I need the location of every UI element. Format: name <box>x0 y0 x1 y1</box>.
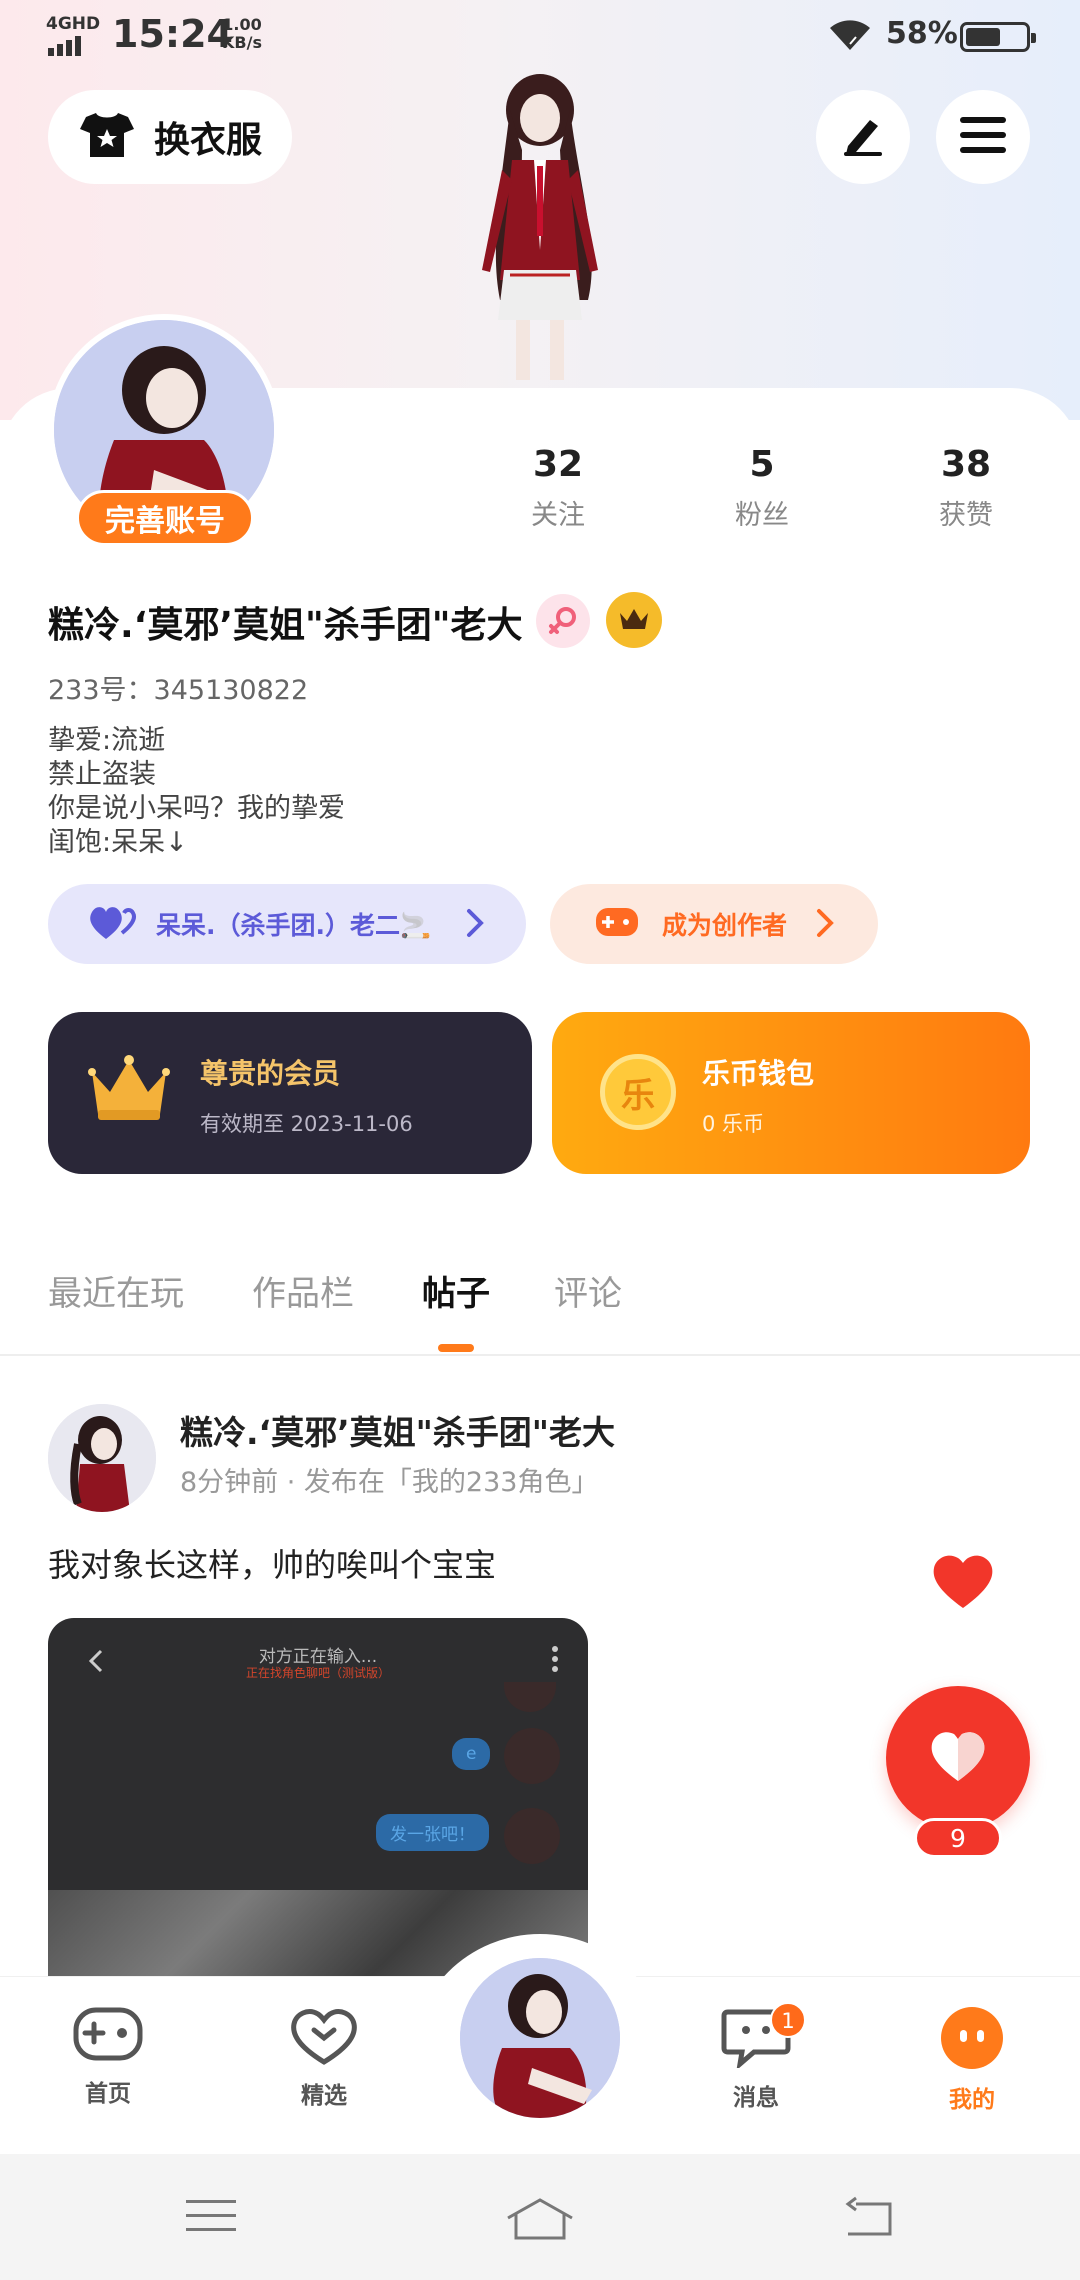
stat-following[interactable]: 32 关注 <box>478 444 638 532</box>
heart-icon <box>928 1729 988 1787</box>
bio-line: 挚爱:流逝 <box>48 725 166 756</box>
more-options-icon <box>552 1646 558 1676</box>
network-type: 4GHD <box>46 14 101 34</box>
change-outfit-label: 换衣服 <box>154 120 263 161</box>
wifi-icon <box>826 18 874 56</box>
tab-comments[interactable]: 评论 <box>554 1266 622 1315</box>
stat-likes-value: 38 <box>940 444 992 485</box>
pencil-icon <box>840 112 886 162</box>
vip-membership-card[interactable]: 尊贵的会员 有效期至 2023-11-06 <box>48 1012 532 1174</box>
battery-percent: 58% <box>886 16 958 51</box>
home-icon[interactable] <box>504 2196 576 2246</box>
heart-icon[interactable] <box>930 1552 996 1614</box>
become-creator-label: 成为创作者 <box>662 911 788 940</box>
network-speed-value: 1.00 <box>222 15 262 34</box>
post-author-name[interactable]: 糕冷.‘莫邪’莫姐"杀手团"老大 <box>180 1406 615 1454</box>
character-avatar-figure[interactable] <box>430 70 650 400</box>
relationship-chip[interactable]: 呆呆.（杀手团.）老二🚬 <box>48 884 526 964</box>
recent-apps-icon[interactable] <box>184 2196 238 2240</box>
chat-avatar <box>504 1808 560 1864</box>
stat-likes[interactable]: 38 获赞 <box>886 444 1046 532</box>
nav-home[interactable]: 首页 <box>38 2006 178 2108</box>
smiley-face-icon <box>939 2007 1005 2074</box>
active-tab-indicator <box>438 1344 474 1352</box>
become-creator-chip[interactable]: 成为创作者 <box>550 884 878 964</box>
like-count: 9 <box>914 1818 1002 1858</box>
nav-messages-label: 消息 <box>733 2085 779 2111</box>
network-speed-unit: KB/s <box>222 33 262 52</box>
nav-mine[interactable]: 我的 <box>902 2006 1042 2114</box>
chevron-right-icon <box>464 906 486 944</box>
bio-line: 你是说小呆吗？我的挚爱 <box>48 793 345 824</box>
wallet-balance: 0 乐币 <box>702 1112 765 1136</box>
tab-recent-play[interactable]: 最近在玩 <box>48 1266 184 1315</box>
nav-avatar-center[interactable] <box>456 1954 624 2122</box>
wallet-card[interactable]: 乐 乐币钱包 0 乐币 <box>552 1012 1030 1174</box>
chat-bubble: e <box>452 1738 491 1770</box>
network-speed: 1.00 KB/s <box>222 16 262 52</box>
stat-likes-label: 获赞 <box>939 500 993 531</box>
vip-expiry: 有效期至 2023-11-06 <box>200 1112 413 1136</box>
chat-bubble-icon <box>720 2009 792 2072</box>
stat-following-label: 关注 <box>531 500 585 531</box>
battery-icon <box>960 22 1036 52</box>
tab-works[interactable]: 作品栏 <box>252 1266 354 1315</box>
menu-button[interactable] <box>936 90 1030 184</box>
divider <box>0 1354 1080 1356</box>
chat-bubble: 发一张吧！ <box>376 1814 489 1851</box>
coin-icon: 乐 <box>600 1054 676 1130</box>
username: 糕冷.‘莫邪’莫姐"杀手团"老大 <box>48 605 523 646</box>
unread-badge: 1 <box>770 2002 806 2038</box>
relationship-label: 呆呆.（杀手团.）老二🚬 <box>156 911 432 940</box>
status-time: 15:24 <box>112 12 233 56</box>
tshirt-star-icon <box>78 109 136 165</box>
system-navigation-bar <box>0 2154 1080 2280</box>
nav-mine-label: 我的 <box>949 2087 995 2113</box>
post-author-avatar[interactable] <box>48 1404 156 1512</box>
edit-profile-button[interactable] <box>816 90 910 184</box>
stat-followers-value: 5 <box>749 444 775 485</box>
heart-chevron-icon <box>288 2009 360 2070</box>
gamepad-icon <box>72 2007 144 2068</box>
post-text: 我对象长这样，帅的唉叫个宝宝 <box>48 1546 497 1584</box>
bio: 挚爱:流逝 禁止盗装 你是说小呆吗？我的挚爱 闺饱:呆呆↓ <box>48 724 345 860</box>
status-bar: 4GHD 15:24 1.00 KB/s 58% <box>0 0 1080 70</box>
chat-avatar <box>504 1728 560 1784</box>
network-indicator: 4GHD <box>46 14 101 56</box>
hamburger-menu-icon <box>960 115 1006 159</box>
stat-followers-label: 粉丝 <box>735 500 789 531</box>
back-icon[interactable] <box>842 2196 896 2240</box>
change-outfit-button[interactable]: 换衣服 <box>48 90 292 184</box>
bio-line: 禁止盗装 <box>48 759 156 790</box>
chat-avatar <box>504 1682 556 1712</box>
double-heart-icon <box>88 903 138 945</box>
crown-icon[interactable] <box>606 592 662 648</box>
user-id: 233号：345130822 <box>48 675 309 706</box>
stat-following-value: 32 <box>532 444 584 485</box>
bio-line: 闺饱:呆呆↓ <box>48 827 188 858</box>
signal-bars-icon <box>48 36 84 56</box>
nav-featured[interactable]: 精选 <box>254 2006 394 2110</box>
nav-featured-label: 精选 <box>301 2083 347 2109</box>
gold-crown-icon <box>88 1054 170 1128</box>
post-meta: 8分钟前 · 发布在「我的233角色」 <box>180 1467 599 1498</box>
gamepad-plus-icon <box>594 904 640 944</box>
floating-like-button[interactable] <box>886 1686 1030 1830</box>
vip-title: 尊贵的会员 <box>200 1057 341 1090</box>
tab-posts[interactable]: 帖子 <box>422 1266 490 1315</box>
wallet-title: 乐币钱包 <box>702 1057 815 1090</box>
female-gender-icon <box>536 594 590 648</box>
chevron-right-icon <box>814 906 836 944</box>
nav-home-label: 首页 <box>85 2081 131 2107</box>
stat-followers[interactable]: 5 粉丝 <box>682 444 842 532</box>
complete-account-badge[interactable]: 完善账号 <box>76 490 254 546</box>
chat-header-subtitle: 正在找角色聊吧（测试版） <box>245 1666 390 1680</box>
